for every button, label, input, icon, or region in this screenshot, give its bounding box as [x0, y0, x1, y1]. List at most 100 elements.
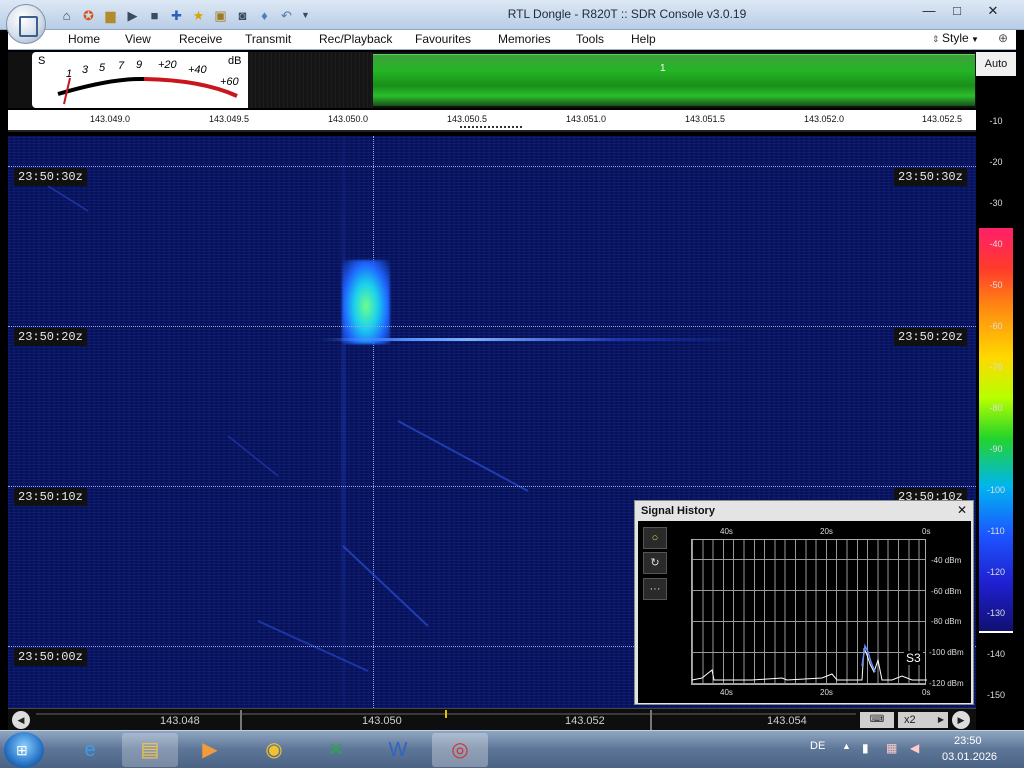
time-label: 23:50:20z: [894, 328, 967, 346]
history-options-button[interactable]: ···: [643, 578, 667, 600]
application-menu-button[interactable]: [6, 4, 46, 44]
chrome-icon[interactable]: ◉: [246, 733, 302, 767]
time-gridline: [8, 326, 976, 327]
windows-logo-icon: ⊞: [16, 742, 28, 758]
minimize-button[interactable]: —: [916, 2, 942, 20]
signal-history-close-button[interactable]: ✕: [957, 503, 967, 517]
level-scale: Auto -10 -20 -30 -40 -50 -60 -70 -80 -90…: [976, 52, 1016, 708]
keyboard-icon[interactable]: ⌨: [860, 712, 894, 728]
clock-time[interactable]: 23:50: [954, 735, 982, 747]
tray-app-icon[interactable]: ▮: [862, 741, 869, 755]
dbm-axis-label: -40 dBm: [931, 556, 962, 565]
scroll-right-icon[interactable]: ▶: [952, 711, 970, 729]
signal-history-title: Signal History: [641, 505, 715, 517]
dbm-axis-label: -100 dBm: [929, 648, 964, 657]
freq-tick: 143.052.0: [804, 114, 845, 124]
level-tick: -10: [989, 116, 1003, 126]
dbm-axis-label: -80 dBm: [931, 617, 962, 626]
windows-taskbar: ⊞ e ▤ ▶ ◉ ✕ W ◎ DE ▲ ▮ ▦ ◀ 23:50 03.01.2…: [0, 730, 1024, 768]
time-label: 23:50:30z: [14, 168, 87, 186]
tune-tick-label: 143.052: [565, 715, 605, 727]
dbm-axis-label: -60 dBm: [931, 587, 962, 596]
level-floor-marker[interactable]: [979, 631, 1013, 633]
frequency-scale[interactable]: 143.049.0 143.049.5 143.050.0 143.050.5 …: [8, 110, 976, 132]
tuning-window-edge: [650, 710, 652, 730]
menu-view[interactable]: View: [125, 32, 151, 46]
time-axis-label: 20s: [820, 688, 833, 697]
tune-tick-label: 143.054: [767, 715, 807, 727]
menu-tools[interactable]: Tools: [576, 32, 604, 46]
level-tick: -130: [986, 608, 1005, 618]
channel-number: 1: [660, 63, 666, 74]
menu-help[interactable]: Help: [631, 32, 656, 46]
help-circle-icon[interactable]: ⊕: [998, 31, 1008, 45]
signal-history-trace: [692, 643, 927, 681]
record-history-button[interactable]: ○: [643, 527, 667, 549]
close-button[interactable]: ✕: [980, 2, 1006, 20]
auto-level-button[interactable]: Auto: [976, 52, 1016, 76]
dbm-axis-label: -120 dBm: [929, 679, 964, 688]
internet-explorer-icon[interactable]: e: [62, 733, 118, 767]
level-tick: -110: [987, 526, 1005, 536]
time-label: 23:50:30z: [894, 168, 967, 186]
network-icon[interactable]: ▦: [886, 741, 897, 755]
menu-home[interactable]: Home: [68, 32, 100, 46]
zoom-selector[interactable]: x2 ▶: [898, 712, 948, 728]
s-meter-scale: [57, 76, 238, 105]
window-title: RTL Dongle - R820T :: SDR Console v3.0.1…: [507, 7, 747, 21]
title-bar: ⌂ ✪ ▆ ▶ ■ ✚ ★ ▣ ◙ ♦ ↶ ▼ RTL Dongle - R82…: [0, 0, 1024, 44]
sdr-console-taskbar-icon[interactable]: ◎: [432, 733, 488, 767]
level-tick: -120: [986, 567, 1005, 577]
freq-tick: 143.052.5: [922, 114, 963, 124]
style-menu[interactable]: ⇕ Style ▼: [932, 31, 979, 45]
time-label: 23:50:20z: [14, 328, 87, 346]
file-explorer-icon[interactable]: ▤: [122, 733, 178, 767]
time-label: 23:50:10z: [14, 488, 87, 506]
signal-history-plot: [691, 539, 927, 685]
tuning-strip[interactable]: ◀ 143.048 143.050 143.052 143.054 ⌨ x2 ▶ …: [8, 708, 976, 730]
level-tick: -60: [989, 321, 1003, 331]
signal-history-panel: Signal History ✕ ○ ↻ ··· 40s 20s 0s -40 …: [634, 500, 974, 705]
freq-tick: 143.049.0: [90, 114, 131, 124]
splitter-handle[interactable]: [460, 126, 522, 128]
level-tick: -90: [989, 444, 1003, 454]
excel-icon[interactable]: ✕: [308, 733, 364, 767]
level-tick: -20: [989, 157, 1003, 167]
zoom-arrow-icon: ▶: [937, 715, 944, 724]
reset-history-button[interactable]: ↻: [643, 552, 667, 574]
menu-receive[interactable]: Receive: [179, 32, 222, 46]
time-axis-label: 20s: [820, 527, 833, 536]
zoom-label: x2: [904, 714, 916, 726]
menu-transmit[interactable]: Transmit: [245, 32, 291, 46]
tune-tick-label: 143.050: [362, 715, 402, 727]
channel-passband[interactable]: [373, 54, 975, 106]
language-indicator[interactable]: DE: [810, 740, 825, 752]
menu-favourites[interactable]: Favourites: [415, 32, 471, 46]
time-gridline: [8, 166, 976, 167]
media-player-icon[interactable]: ▶: [182, 733, 238, 767]
level-tick: -70: [989, 362, 1003, 372]
show-hidden-icons-icon[interactable]: ▲: [842, 741, 851, 751]
s-meter: S 1 3 5 7 9 +20 +40 +60 dB: [32, 52, 254, 108]
level-tick: -100: [986, 485, 1005, 495]
menu-rec-playback[interactable]: Rec/Playback: [319, 32, 392, 46]
time-label: 23:50:00z: [14, 648, 87, 666]
style-dropdown-icon: ▼: [968, 35, 979, 44]
level-tick: -50: [989, 280, 1003, 290]
clock-date[interactable]: 03.01.2026: [942, 751, 997, 763]
signal-history-body: ○ ↻ ··· 40s 20s 0s -40 dBm -60 dBm -80 d…: [638, 521, 971, 703]
freq-tick: 143.051.0: [566, 114, 607, 124]
freq-tick: 143.050.0: [328, 114, 369, 124]
tuning-window-edge: [240, 710, 242, 730]
menu-memories[interactable]: Memories: [498, 32, 551, 46]
volume-muted-icon[interactable]: ◀: [910, 741, 919, 755]
word-icon[interactable]: W: [370, 733, 426, 767]
maximize-button[interactable]: □: [944, 2, 970, 20]
ribbon-menu-bar: Home View Receive Transmit Rec/Playback …: [8, 30, 1016, 50]
level-tick: -140: [986, 649, 1005, 659]
start-button[interactable]: ⊞: [4, 732, 44, 768]
scroll-left-icon[interactable]: ◀: [12, 711, 30, 729]
level-tick: -30: [989, 198, 1003, 208]
time-axis-label: 40s: [720, 527, 733, 536]
freq-tick: 143.050.5: [447, 114, 488, 124]
